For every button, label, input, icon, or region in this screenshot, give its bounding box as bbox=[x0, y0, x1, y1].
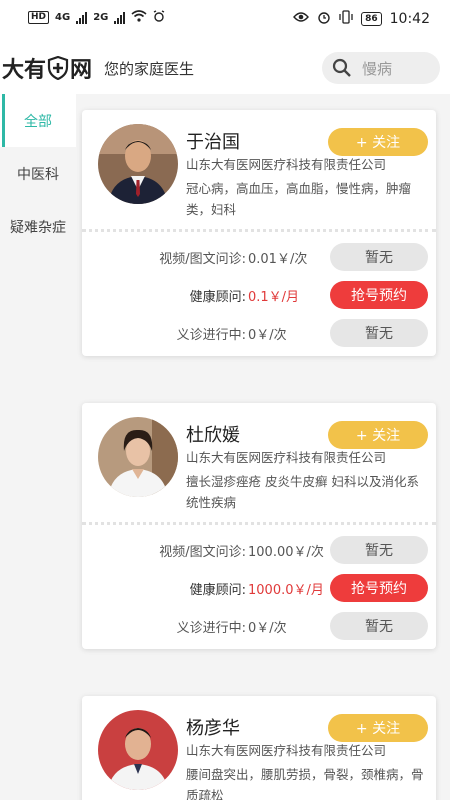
doctor-company: 山东大有医网医疗科技有限责任公司 bbox=[186, 157, 387, 172]
service-row-free-clinic: 义诊进行中: 0￥/次 暂无 bbox=[82, 314, 436, 352]
doctor-card-header: 杨彦华 + 关注 山东大有医网医疗科技有限责任公司 腰间盘突出，腰肌劳损，骨裂，… bbox=[82, 696, 436, 800]
unavailable-button[interactable]: 暂无 bbox=[330, 612, 428, 640]
app-logo: 大有 网 bbox=[2, 52, 92, 84]
doctor-company: 山东大有医网医疗科技有限责任公司 bbox=[186, 743, 387, 758]
vibrate-icon bbox=[339, 10, 353, 28]
battery-icon: 86 bbox=[361, 12, 382, 26]
eye-icon bbox=[293, 11, 310, 27]
status-left: HD 4G 2G bbox=[28, 10, 165, 25]
service-price: 100.00￥/次 bbox=[248, 545, 324, 560]
service-label: 义诊进行中: bbox=[176, 621, 246, 636]
doctor-card[interactable]: 杜欣媛 + 关注 山东大有医网医疗科技有限责任公司 擅长湿疹痤疮 皮炎牛皮癣 妇… bbox=[82, 403, 436, 649]
service-label: 视频/图文问诊: bbox=[159, 545, 246, 560]
sidebar-item-difficult-cases[interactable]: 疑难杂症 bbox=[0, 200, 76, 253]
doctor-card[interactable]: 于治国 + 关注 山东大有医网医疗科技有限责任公司 冠心病，高血压，高血脂，慢性… bbox=[82, 110, 436, 356]
wifi-icon bbox=[131, 10, 147, 25]
unavailable-button[interactable]: 暂无 bbox=[330, 536, 428, 564]
service-price: 0￥/次 bbox=[248, 621, 287, 636]
shield-cross-icon bbox=[47, 56, 69, 80]
doctor-card-header: 杜欣媛 + 关注 山东大有医网医疗科技有限责任公司 擅长湿疹痤疮 皮炎牛皮癣 妇… bbox=[82, 403, 436, 525]
doctor-name: 杜欣媛 bbox=[186, 425, 240, 446]
service-label: 义诊进行中: bbox=[176, 328, 246, 343]
clock-time: 10:42 bbox=[389, 11, 430, 27]
service-list: 视频/图文问诊: 0.01￥/次 暂无 健康顾问: 0.1￥/月 抢号预约 义诊… bbox=[82, 232, 436, 356]
follow-button[interactable]: + 关注 bbox=[328, 714, 428, 742]
app-header: 大有 网 您的家庭医生 慢病 bbox=[0, 40, 450, 96]
sidebar-item-label: 中医科 bbox=[17, 166, 59, 183]
search-placeholder: 慢病 bbox=[362, 59, 393, 78]
follow-button[interactable]: + 关注 bbox=[328, 421, 428, 449]
doctor-avatar bbox=[98, 124, 178, 204]
signal-icon-2 bbox=[114, 11, 126, 24]
search-box[interactable]: 慢病 bbox=[322, 52, 440, 84]
alarm-notify-icon bbox=[153, 10, 165, 25]
network-4g-label: 4G bbox=[55, 12, 71, 23]
service-price: 1000.0￥/月 bbox=[248, 583, 324, 598]
status-bar: HD 4G 2G 86 10:42 bbox=[0, 0, 450, 40]
service-row-consult: 视频/图文问诊: 0.01￥/次 暂无 bbox=[82, 238, 436, 276]
service-row-consult: 视频/图文问诊: 100.00￥/次 暂无 bbox=[82, 531, 436, 569]
doctor-card-header: 于治国 + 关注 山东大有医网医疗科技有限责任公司 冠心病，高血压，高血脂，慢性… bbox=[82, 110, 436, 232]
service-price: 0.1￥/月 bbox=[248, 290, 300, 305]
service-row-free-clinic: 义诊进行中: 0￥/次 暂无 bbox=[82, 607, 436, 645]
slogan: 您的家庭医生 bbox=[104, 60, 195, 78]
book-appointment-button[interactable]: 抢号预约 bbox=[330, 574, 428, 602]
alarm-icon bbox=[317, 10, 331, 28]
sidebar-item-tcm[interactable]: 中医科 bbox=[0, 147, 76, 200]
doctor-company: 山东大有医网医疗科技有限责任公司 bbox=[186, 450, 387, 465]
category-sidebar: 全部 中医科 疑难杂症 bbox=[0, 94, 76, 800]
service-label: 健康顾问: bbox=[189, 290, 246, 305]
unavailable-button[interactable]: 暂无 bbox=[330, 243, 428, 271]
doctor-specialty: 腰间盘突出，腰肌劳损，骨裂，颈椎病，骨质疏松 bbox=[186, 767, 424, 800]
doctor-name: 于治国 bbox=[186, 132, 240, 153]
sidebar-item-label: 疑难杂症 bbox=[10, 219, 66, 236]
unavailable-button[interactable]: 暂无 bbox=[330, 319, 428, 347]
logo-text-right: 网 bbox=[70, 58, 93, 83]
service-row-health-advisor: 健康顾问: 1000.0￥/月 抢号预约 bbox=[82, 569, 436, 607]
sidebar-item-all[interactable]: 全部 bbox=[0, 94, 76, 147]
doctor-avatar bbox=[98, 710, 178, 790]
book-appointment-button[interactable]: 抢号预约 bbox=[330, 281, 428, 309]
sidebar-item-label: 全部 bbox=[24, 113, 52, 130]
service-label: 健康顾问: bbox=[189, 583, 246, 598]
service-row-health-advisor: 健康顾问: 0.1￥/月 抢号预约 bbox=[82, 276, 436, 314]
search-icon bbox=[332, 58, 351, 77]
logo-text-left: 大有 bbox=[2, 58, 47, 83]
follow-button[interactable]: + 关注 bbox=[328, 128, 428, 156]
doctor-specialty: 擅长湿疹痤疮 皮炎牛皮癣 妇科以及消化系统性疾病 bbox=[186, 474, 419, 510]
service-price: 0￥/次 bbox=[248, 328, 287, 343]
doctor-list: 于治国 + 关注 山东大有医网医疗科技有限责任公司 冠心病，高血压，高血脂，慢性… bbox=[76, 94, 450, 800]
signal-icon bbox=[76, 11, 88, 24]
doctor-avatar bbox=[98, 417, 178, 497]
service-price: 0.01￥/次 bbox=[248, 252, 308, 267]
status-right: 86 10:42 bbox=[293, 10, 430, 28]
hd-badge: HD bbox=[28, 11, 50, 24]
doctor-specialty: 冠心病，高血压，高血脂，慢性病，肿瘤类，妇科 bbox=[186, 181, 412, 217]
service-label: 视频/图文问诊: bbox=[159, 252, 246, 267]
doctor-card[interactable]: 杨彦华 + 关注 山东大有医网医疗科技有限责任公司 腰间盘突出，腰肌劳损，骨裂，… bbox=[82, 696, 436, 800]
network-2g-label: 2G bbox=[93, 12, 109, 23]
service-list: 视频/图文问诊: 100.00￥/次 暂无 健康顾问: 1000.0￥/月 抢号… bbox=[82, 525, 436, 649]
doctor-name: 杨彦华 bbox=[186, 718, 240, 739]
